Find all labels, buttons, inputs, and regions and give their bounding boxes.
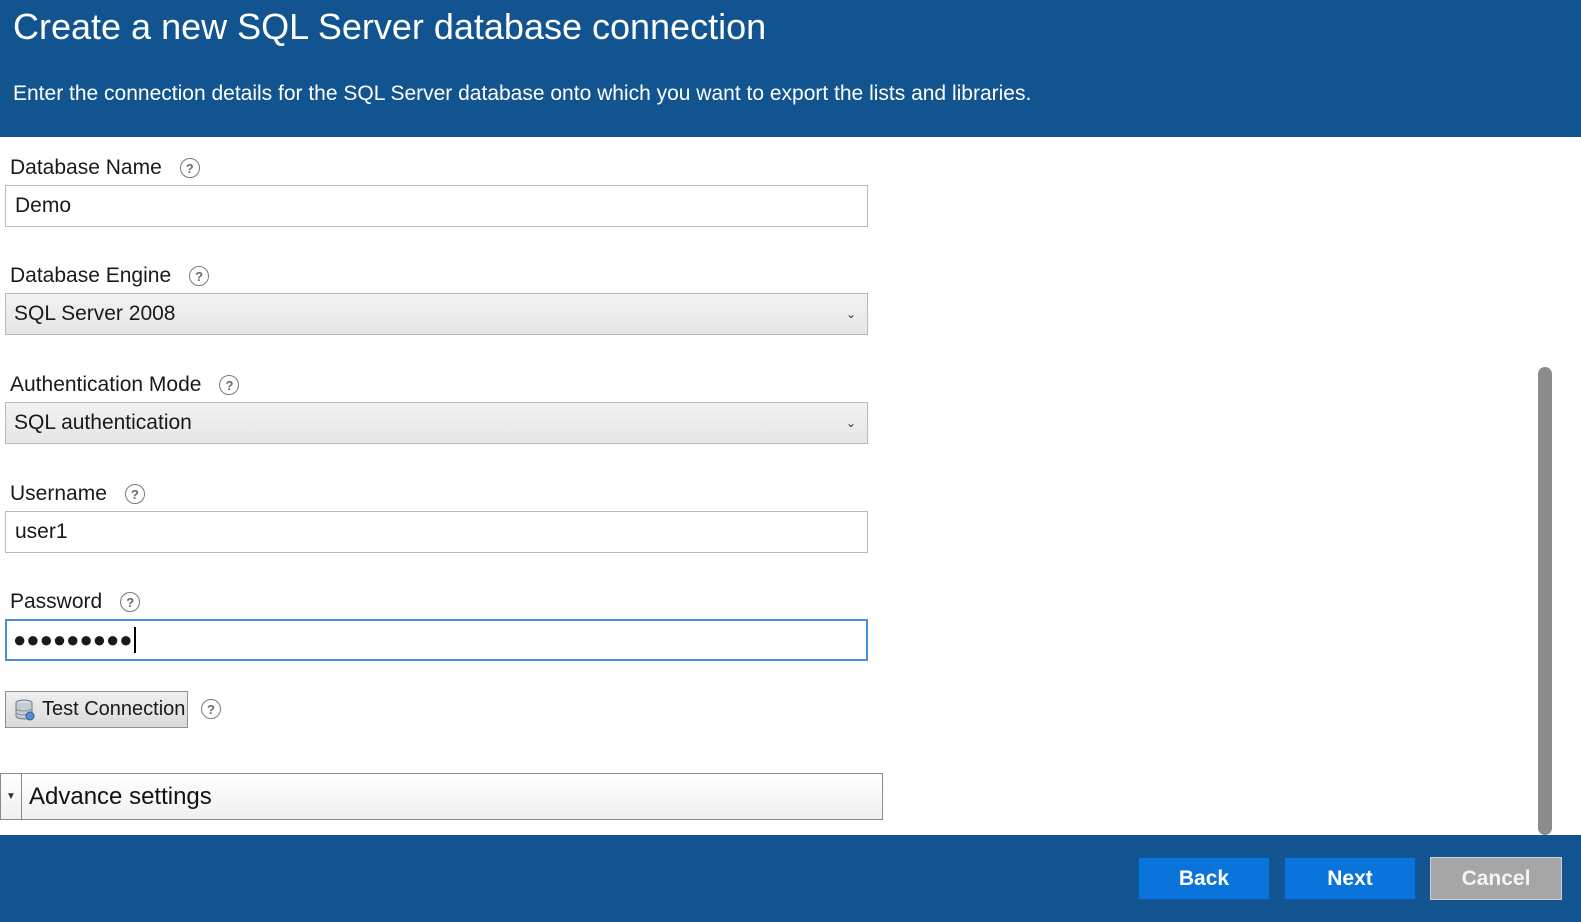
- database-icon: [15, 699, 35, 720]
- help-icon[interactable]: ?: [201, 699, 221, 719]
- test-connection-label: Test Connection: [42, 698, 186, 720]
- help-icon[interactable]: ?: [179, 158, 200, 178]
- database-engine-select[interactable]: SQL Server 2008 ⌄: [5, 293, 868, 335]
- back-button[interactable]: Back: [1138, 857, 1270, 900]
- auth-mode-selected: SQL authentication: [14, 411, 192, 434]
- wizard-header: Create a new SQL Server database connect…: [0, 0, 1581, 137]
- password-input[interactable]: ●●●●●●●●●: [5, 619, 868, 661]
- database-name-value: Demo: [15, 194, 72, 217]
- test-connection-button[interactable]: Test Connection: [5, 691, 188, 728]
- auth-mode-select[interactable]: SQL authentication ⌄: [5, 402, 868, 444]
- page-subtitle: Enter the connection details for the SQL…: [13, 82, 1032, 105]
- page-title: Create a new SQL Server database connect…: [13, 6, 767, 47]
- username-value: user1: [15, 520, 68, 543]
- triangle-down-icon[interactable]: ▼: [1, 774, 22, 819]
- username-label-text: Username: [10, 482, 107, 505]
- auth-mode-label-text: Authentication Mode: [10, 373, 202, 396]
- username-label: Username ?: [10, 482, 145, 506]
- chevron-down-icon: ⌄: [845, 307, 856, 321]
- password-label-text: Password: [10, 590, 103, 613]
- password-label: Password ?: [10, 590, 141, 614]
- form-area: Database Name ? Demo Database Engine ? S…: [0, 137, 1581, 835]
- help-icon[interactable]: ?: [124, 484, 145, 504]
- cancel-button[interactable]: Cancel: [1430, 857, 1562, 900]
- vertical-scrollbar[interactable]: [1538, 367, 1552, 835]
- help-icon[interactable]: ?: [219, 375, 240, 395]
- help-icon[interactable]: ?: [120, 592, 141, 612]
- database-engine-label-text: Database Engine: [10, 264, 172, 287]
- chevron-down-icon: ⌄: [845, 416, 856, 430]
- database-name-input[interactable]: Demo: [5, 185, 868, 227]
- next-button[interactable]: Next: [1284, 857, 1416, 900]
- username-input[interactable]: user1: [5, 511, 868, 553]
- database-engine-label: Database Engine ?: [10, 264, 210, 288]
- advance-settings-expander[interactable]: ▼ Advance settings: [0, 773, 883, 820]
- help-icon[interactable]: ?: [189, 266, 210, 286]
- database-name-label: Database Name ?: [10, 156, 200, 180]
- database-name-label-text: Database Name: [10, 156, 162, 179]
- password-masked-value: ●●●●●●●●●: [13, 627, 133, 652]
- auth-mode-label: Authentication Mode ?: [10, 373, 240, 397]
- advance-settings-label: Advance settings: [29, 782, 212, 810]
- text-caret: [133, 627, 136, 653]
- database-engine-selected: SQL Server 2008: [14, 302, 176, 325]
- wizard-footer: Back Next Cancel: [0, 835, 1581, 922]
